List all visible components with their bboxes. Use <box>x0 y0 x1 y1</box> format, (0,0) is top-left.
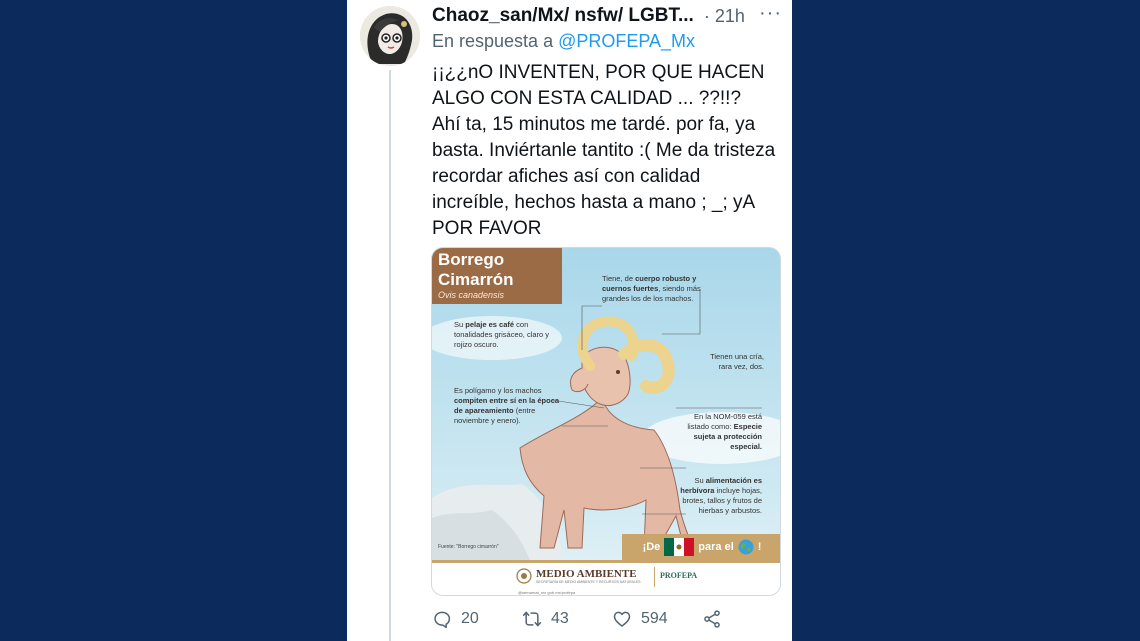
heart-icon <box>613 611 631 627</box>
tweet-media-image[interactable]: Borrego Cimarrón Ovis canadensis Tiene, … <box>431 247 781 596</box>
share-icon <box>704 610 720 628</box>
tweet-text-line: Ahí ta, 15 minutos me tardé. por fa, ya … <box>432 114 776 239</box>
like-button[interactable]: 594 <box>612 609 702 629</box>
poster-fact-body: Tiene, de cuerpo robusto y cuernos fuert… <box>602 274 724 304</box>
reply-button[interactable]: 20 <box>432 609 522 629</box>
earth-globe-icon <box>738 539 754 555</box>
poster-fact-nom: En la NOM-059 está listado como: Especie… <box>684 412 762 452</box>
retweet-icon <box>522 611 542 627</box>
reply-icon <box>434 611 451 629</box>
reply-count: 20 <box>461 610 479 627</box>
fact-text: Su <box>694 476 706 485</box>
tweet-text-line: ¡¡¿¿nO INVENTEN, POR QUE HACEN ALGO CON … <box>432 62 765 109</box>
poster-fact-fur: Su pelaje es café con tonalidades grisác… <box>454 320 564 350</box>
reply-context: En respuesta a @PROFEPA_Mx <box>432 31 695 52</box>
ministry-seal-icon <box>516 568 532 584</box>
more-options-icon[interactable]: ··· <box>759 3 782 24</box>
separator-dot: · <box>703 5 710 26</box>
ministry-subtitle: SECRETARÍA DE MEDIO AMBIENTE Y RECURSOS … <box>536 580 641 584</box>
poster-fact-diet: Su alimentación es herbívora incluye hoj… <box>676 476 762 516</box>
slogan-start: ¡De <box>642 541 661 553</box>
avatar-illustration <box>360 6 420 66</box>
poster-fact-offspring: Tienen una cría, rara vez, dos. <box>710 352 764 371</box>
share-button[interactable] <box>702 609 722 629</box>
retweet-button[interactable]: 43 <box>522 609 612 629</box>
fact-text: Tiene, de <box>602 274 636 283</box>
poster-fact-mating: Es polígamo y los machos compiten entre … <box>454 386 566 426</box>
mexico-flag-icon <box>664 538 695 556</box>
poster-scientific-name: Ovis canadensis <box>438 290 505 300</box>
tweet-actions: 20 43 594 <box>432 605 782 633</box>
avatar[interactable] <box>360 6 420 66</box>
fact-text: Su <box>454 320 466 329</box>
poster-slogan-band: ¡De para el ! <box>622 534 780 560</box>
reply-handle-link[interactable]: @PROFEPA_Mx <box>558 31 695 51</box>
tweet-text: ¡¡¿¿nO INVENTEN, POR QUE HACEN ALGO CON … <box>432 60 782 242</box>
tweet-header: Chaoz_san/Mx/ nsfw/ LGBT... · 21h ··· <box>432 3 782 28</box>
social-handles: @semarnat_mx gob.mx/profepa <box>518 590 576 595</box>
poster-source: Fuente: "Borrego cimarrón" <box>438 544 499 550</box>
ministry-name: MEDIO AMBIENTE <box>536 568 637 580</box>
poster-footer: MEDIO AMBIENTE SECRETARÍA DE MEDIO AMBIE… <box>432 560 780 595</box>
thread-line <box>389 70 391 641</box>
ministry-logo: MEDIO AMBIENTE SECRETARÍA DE MEDIO AMBIE… <box>516 568 641 584</box>
fact-text: Es polígamo y los machos <box>454 386 542 395</box>
slogan-end: ! <box>757 541 762 553</box>
author-name[interactable]: Chaoz_san/Mx/ nsfw/ LGBT... <box>432 5 694 27</box>
timestamp[interactable]: 21h <box>715 6 745 27</box>
poster-title-line1: Borrego <box>438 250 505 269</box>
reply-prefix: En respuesta a <box>432 31 554 51</box>
like-count: 594 <box>641 610 668 627</box>
fact-emphasis: compiten entre sí en la época de apaream… <box>454 396 560 415</box>
poster-title-line2: Cimarrón <box>438 270 514 289</box>
footer-divider <box>654 567 655 587</box>
poster-title: Borrego Cimarrón <box>438 250 514 290</box>
fact-emphasis: pelaje es café <box>465 320 515 329</box>
agency-logo: PROFEPA <box>660 571 698 580</box>
retweet-count: 43 <box>551 610 569 627</box>
slogan-mid: para el <box>698 541 734 553</box>
